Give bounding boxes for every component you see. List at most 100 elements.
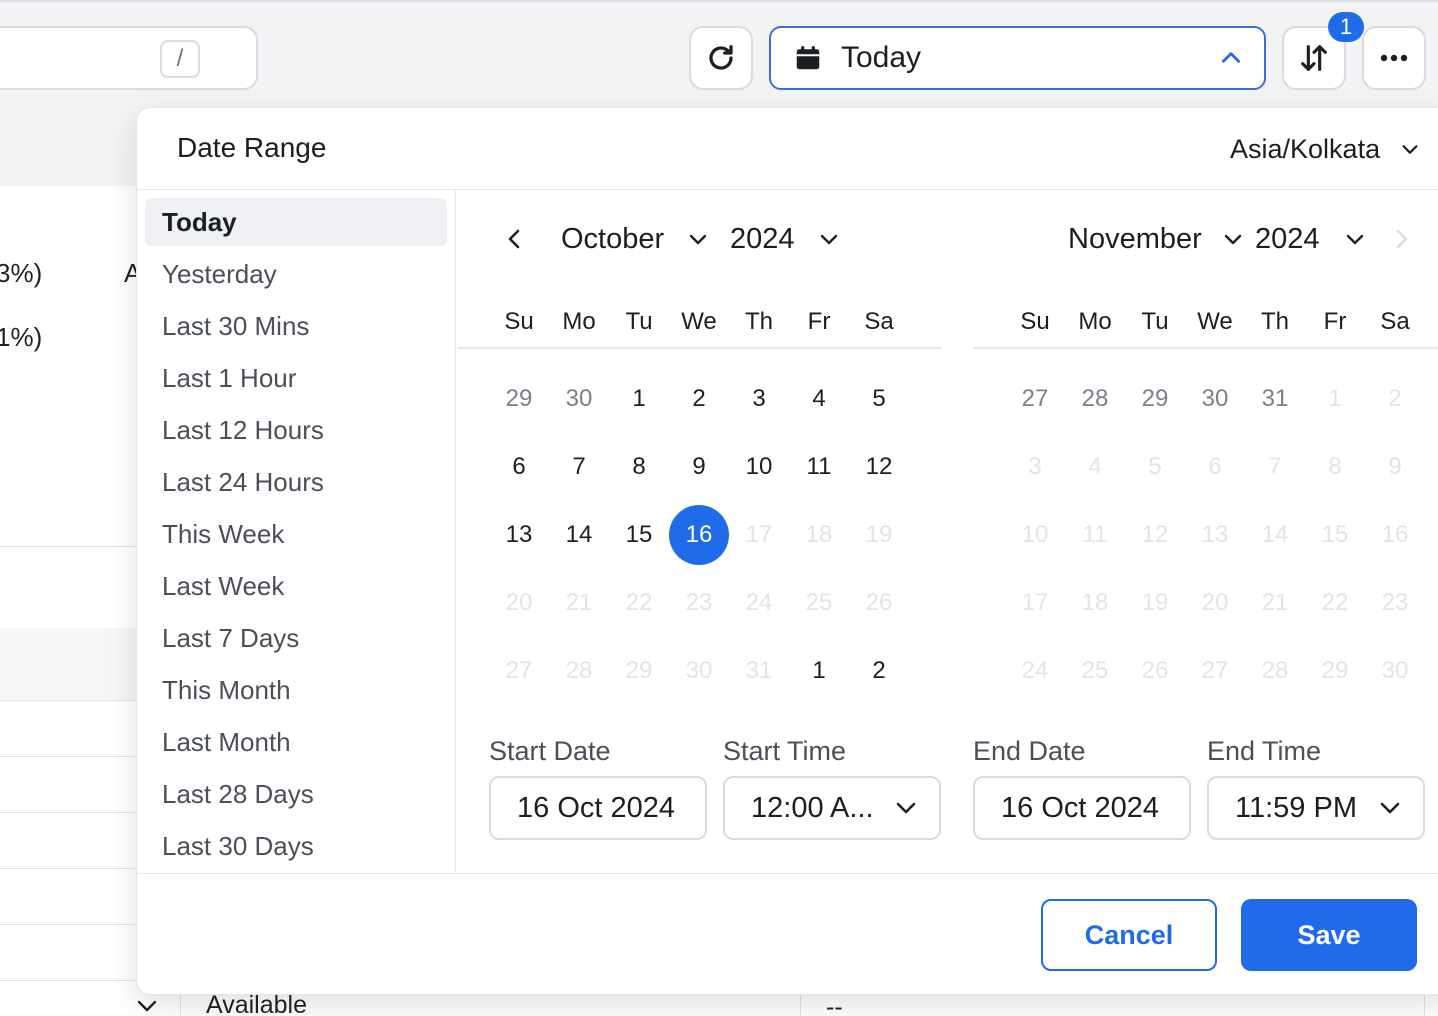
chevron-down-icon[interactable]: [1345, 233, 1365, 247]
day-cell[interactable]: 11: [789, 437, 849, 497]
day-cell: 28: [1261, 657, 1289, 684]
day-cell: 28: [565, 657, 593, 684]
day-cell: 29: [1321, 657, 1349, 684]
weekday-header: Fr: [1323, 308, 1347, 335]
end-date-field[interactable]: 16 Oct 2024: [973, 776, 1191, 840]
day-cell[interactable]: 30: [549, 369, 609, 429]
day-cell[interactable]: 5: [849, 369, 909, 429]
next-month-icon[interactable]: [1393, 228, 1409, 250]
day-cell: 10: [1021, 521, 1049, 548]
weekday-header: Mo: [562, 308, 596, 335]
date-range-popover: Date Range Asia/Kolkata Today Yesterday La…: [136, 107, 1438, 995]
day-cell[interactable]: 29: [1125, 369, 1185, 429]
right-year-select[interactable]: 2024: [1255, 223, 1320, 256]
day-cell: 19: [1141, 589, 1169, 616]
chevron-down-icon[interactable]: [819, 233, 839, 247]
date-range-trigger[interactable]: Today: [769, 26, 1266, 90]
day-cell[interactable]: 2: [669, 369, 729, 429]
day-cell[interactable]: 4: [789, 369, 849, 429]
day-cell: 7: [1268, 453, 1282, 480]
more-options-button[interactable]: [1362, 26, 1426, 90]
previous-month-icon[interactable]: [505, 228, 525, 250]
day-cell[interactable]: 2: [849, 641, 909, 701]
day-cell: 1: [1328, 385, 1342, 412]
day-cell[interactable]: 8: [609, 437, 669, 497]
preset-item[interactable]: Last 30 Mins: [145, 302, 447, 350]
app-stage: / Today 1 3%) 1%) A Available -- Date Ra…: [0, 0, 1438, 1016]
day-cell[interactable]: 3: [729, 369, 789, 429]
weekday-header: Fr: [807, 308, 831, 335]
day-cell: 24: [745, 589, 773, 616]
day-cell[interactable]: 31: [1245, 369, 1305, 429]
day-cell: 19: [865, 521, 893, 548]
popover-title: Date Range: [177, 132, 327, 163]
preset-item[interactable]: Last 28 Days: [145, 770, 447, 818]
empty-cell: --: [826, 993, 843, 1016]
start-time-value: 12:00 A...: [751, 791, 874, 824]
day-cell[interactable]: 12: [849, 437, 909, 497]
background-cell-text: 3%): [0, 258, 43, 288]
calendar-weekday-divider: [457, 347, 941, 349]
chevron-down-icon[interactable]: [1223, 233, 1243, 247]
preset-item[interactable]: This Week: [145, 510, 447, 558]
day-cell[interactable]: 7: [549, 437, 609, 497]
chevron-down-icon[interactable]: [1399, 138, 1421, 160]
day-cell: 14: [1261, 521, 1289, 548]
background-row-divider: [0, 700, 140, 701]
day-cell: 27: [1201, 657, 1229, 684]
day-cell[interactable]: 28: [1065, 369, 1125, 429]
day-cell[interactable]: 13: [489, 505, 549, 565]
end-time-select[interactable]: 11:59 PM: [1207, 776, 1425, 840]
save-button[interactable]: Save: [1241, 899, 1417, 971]
preset-item[interactable]: Last 12 Hours: [145, 406, 447, 454]
day-cell[interactable]: 10: [729, 437, 789, 497]
preset-item[interactable]: Last 24 Hours: [145, 458, 447, 506]
left-year-select[interactable]: 2024: [730, 223, 795, 256]
left-month-select[interactable]: October: [561, 223, 664, 256]
day-cell: 3: [1028, 453, 1042, 480]
day-cell: 30: [1381, 657, 1409, 684]
start-date-field[interactable]: 16 Oct 2024: [489, 776, 707, 840]
day-cell: 13: [1201, 521, 1229, 548]
day-cell[interactable]: 15: [609, 505, 669, 565]
day-cell[interactable]: 30: [1185, 369, 1245, 429]
start-time-label: Start Time: [723, 736, 847, 766]
chevron-down-icon[interactable]: [136, 999, 158, 1013]
preset-item[interactable]: Last 30 Days: [145, 822, 447, 870]
right-month-select[interactable]: November: [1068, 223, 1202, 256]
day-cell[interactable]: 1: [789, 641, 849, 701]
preset-item[interactable]: Last 7 Days: [145, 614, 447, 662]
weekday-header: Mo: [1078, 308, 1112, 335]
chevron-down-icon: [896, 802, 916, 814]
selected-day-cell[interactable]: 16: [669, 505, 729, 565]
day-cell: 22: [1321, 589, 1349, 616]
weekday-header: Su: [1020, 308, 1050, 335]
preset-item[interactable]: Today: [145, 198, 447, 246]
cancel-button[interactable]: Cancel: [1041, 899, 1217, 971]
day-cell[interactable]: 29: [489, 369, 549, 429]
sort-count-badge: 1: [1328, 12, 1364, 42]
day-cell[interactable]: 9: [669, 437, 729, 497]
preset-item[interactable]: Last Month: [145, 718, 447, 766]
day-cell: 23: [685, 589, 713, 616]
calendar-icon: [796, 46, 820, 70]
day-cell[interactable]: 14: [549, 505, 609, 565]
day-cell: 26: [1141, 657, 1169, 684]
background-section-band: [0, 628, 140, 700]
day-cell: 27: [505, 657, 533, 684]
refresh-button[interactable]: [689, 26, 753, 90]
search-input[interactable]: /: [0, 26, 258, 90]
day-cell[interactable]: 27: [1005, 369, 1065, 429]
day-cell: 30: [685, 657, 713, 684]
day-cell[interactable]: 6: [489, 437, 549, 497]
preset-item[interactable]: This Month: [145, 666, 447, 714]
day-cell: 5: [1148, 453, 1162, 480]
chevron-down-icon[interactable]: [688, 233, 708, 247]
preset-item[interactable]: Yesterday: [145, 250, 447, 298]
start-time-select[interactable]: 12:00 A...: [723, 776, 941, 840]
preset-item[interactable]: Last 1 Hour: [145, 354, 447, 402]
preset-item[interactable]: Last Week: [145, 562, 447, 610]
timezone-select[interactable]: Asia/Kolkata: [1230, 134, 1380, 165]
day-cell[interactable]: 1: [609, 369, 669, 429]
calendar-weekday-divider: [973, 347, 1438, 349]
